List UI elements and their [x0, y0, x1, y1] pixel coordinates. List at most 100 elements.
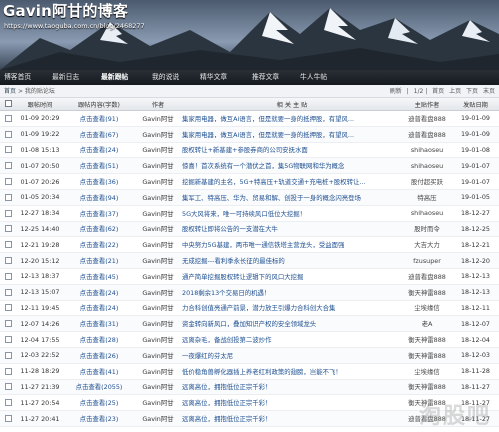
- blog-url[interactable]: https://www.taoguba.com.cn/blog/2468277: [4, 22, 145, 30]
- reply-author[interactable]: Gavin阿甘: [134, 205, 182, 222]
- reply-author[interactable]: Gavin阿甘: [134, 331, 182, 348]
- view-reply-link[interactable]: 点击查看(24): [64, 284, 134, 301]
- row-checkbox[interactable]: [0, 284, 16, 301]
- refresh-link[interactable]: 刷新: [390, 88, 402, 95]
- row-checkbox[interactable]: [0, 410, 16, 427]
- view-reply-link[interactable]: 点击查看(24): [64, 300, 134, 317]
- reply-author[interactable]: Gavin阿甘: [134, 252, 182, 269]
- thread-author[interactable]: 尘埃缘信: [402, 300, 452, 317]
- row-checkbox[interactable]: [0, 315, 16, 333]
- row-checkbox[interactable]: [0, 300, 16, 317]
- thread-title-link[interactable]: 挖掘新基建的主名，5G+特高压+轨道交通+充电桩+股权转让...: [182, 173, 402, 190]
- row-checkbox[interactable]: [0, 252, 16, 269]
- thread-author[interactable]: 股付超买跃: [402, 173, 452, 190]
- thread-title-link[interactable]: 资金转向新风口，叠加知识产权的安全领域龙头: [182, 315, 402, 333]
- row-checkbox[interactable]: [0, 221, 16, 238]
- reply-author[interactable]: Gavin阿甘: [134, 394, 182, 412]
- thread-title-link[interactable]: 惊喜！首次系统有一个潜伏之首，集5G物联网和华为概念: [182, 157, 402, 175]
- row-checkbox[interactable]: [0, 126, 16, 143]
- row-checkbox[interactable]: [0, 110, 16, 127]
- reply-author[interactable]: Gavin阿甘: [134, 126, 182, 143]
- view-reply-link[interactable]: 点击查看(45): [64, 268, 134, 285]
- view-reply-link[interactable]: 点击查看(25): [64, 394, 134, 412]
- last-page-link[interactable]: 末页: [483, 88, 495, 95]
- thread-title-link[interactable]: 远离高位，拥抱低位正宗千彩！: [182, 410, 402, 427]
- view-reply-link[interactable]: 点击查看(31): [64, 315, 134, 333]
- view-reply-link[interactable]: 点击查看(23): [64, 410, 134, 427]
- row-checkbox[interactable]: [0, 363, 16, 380]
- reply-author[interactable]: Gavin阿甘: [134, 363, 182, 380]
- view-reply-link[interactable]: 点击查看(2055): [64, 379, 134, 396]
- reply-author[interactable]: Gavin阿甘: [134, 189, 182, 206]
- thread-author[interactable]: 老A: [402, 315, 452, 333]
- thread-author[interactable]: 衡天神雷888: [402, 331, 452, 348]
- thread-author[interactable]: shihaoseu: [402, 157, 452, 175]
- prev-page-link[interactable]: 上页: [449, 88, 461, 95]
- reply-author[interactable]: Gavin阿甘: [134, 173, 182, 190]
- thread-title-link[interactable]: 集军工、特高压、华为、贸易和解、创投于一身的概念闪亮登场: [182, 189, 402, 206]
- row-checkbox[interactable]: [0, 142, 16, 159]
- reply-author[interactable]: Gavin阿甘: [134, 347, 182, 364]
- thread-title-link[interactable]: 集家用电器，做互Ai语言，但是就要一身的抵押股，有望风...: [182, 126, 402, 143]
- view-reply-link[interactable]: 点击查看(36): [64, 173, 134, 190]
- thread-title-link[interactable]: 低价稳角兽孵化器插上养老红利政策的翅膀，岂能不飞！: [182, 363, 402, 380]
- nav-item-latest-replies[interactable]: 最新跟帖: [101, 70, 128, 85]
- thread-author[interactable]: 迪普看盘888: [402, 126, 452, 143]
- nav-item-home[interactable]: 博客首页: [4, 70, 31, 85]
- row-checkbox[interactable]: [0, 379, 16, 396]
- view-reply-link[interactable]: 点击查看(94): [64, 189, 134, 206]
- thread-title-link[interactable]: 远离高位，拥抱低位正宗千彩！: [182, 394, 402, 412]
- reply-author[interactable]: Gavin阿甘: [134, 221, 182, 238]
- thread-author[interactable]: shihaoseu: [402, 142, 452, 159]
- row-checkbox[interactable]: [0, 236, 16, 254]
- view-reply-link[interactable]: 点击查看(41): [64, 363, 134, 380]
- nav-item-my-posts[interactable]: 我的说说: [152, 70, 179, 85]
- row-checkbox[interactable]: [0, 173, 16, 190]
- view-reply-link[interactable]: 点击查看(51): [64, 157, 134, 175]
- select-all-checkbox[interactable]: [0, 98, 16, 111]
- next-page-link[interactable]: 下页: [466, 88, 478, 95]
- view-reply-link[interactable]: 点击查看(91): [64, 110, 134, 127]
- row-checkbox[interactable]: [0, 347, 16, 364]
- nav-item-latest-logs[interactable]: 最新日志: [52, 70, 79, 85]
- thread-author[interactable]: shihaoseu: [402, 205, 452, 222]
- thread-title-link[interactable]: 力合科创值亮通产前景，潜力放王引爆力合科创大合集: [182, 300, 402, 317]
- row-checkbox[interactable]: [0, 394, 16, 412]
- thread-title-link[interactable]: 通产简单挖掘股权转让逻辑下的风口大挖掘: [182, 268, 402, 285]
- first-page-link[interactable]: 首页: [432, 88, 444, 95]
- reply-author[interactable]: Gavin阿甘: [134, 410, 182, 427]
- reply-author[interactable]: Gavin阿甘: [134, 142, 182, 159]
- thread-author[interactable]: 迪普看盘888: [402, 110, 452, 127]
- breadcrumb-home[interactable]: 首页: [4, 88, 16, 95]
- reply-author[interactable]: Gavin阿甘: [134, 284, 182, 301]
- thread-author[interactable]: 大吉大力: [402, 236, 452, 254]
- reply-author[interactable]: Gavin阿甘: [134, 110, 182, 127]
- view-reply-link[interactable]: 点击查看(67): [64, 126, 134, 143]
- reply-author[interactable]: Gavin阿甘: [134, 236, 182, 254]
- view-reply-link[interactable]: 点击查看(62): [64, 221, 134, 238]
- thread-title-link[interactable]: 远离杂毛，备战创投第二波炒作: [182, 331, 402, 348]
- thread-title-link[interactable]: 无成挖掘---看利季永长征的最佳标的: [182, 252, 402, 269]
- thread-title-link[interactable]: 一夜爆红的芬太尼: [182, 347, 402, 364]
- thread-title-link[interactable]: 2018剩余13个交易日的机遇！: [182, 284, 402, 301]
- view-reply-link[interactable]: 点击查看(26): [64, 347, 134, 364]
- thread-title-link[interactable]: 中央努力5G基建，两市唯一通信铁塔主营龙头，受益面强: [182, 236, 402, 254]
- row-checkbox[interactable]: [0, 268, 16, 285]
- row-checkbox[interactable]: [0, 205, 16, 222]
- reply-author[interactable]: Gavin阿甘: [134, 157, 182, 175]
- nav-item-recommended[interactable]: 推荐文章: [252, 70, 279, 85]
- thread-title-link[interactable]: 集家用电器，做互Ai语言，但是就要一身的抵押股，有望风...: [182, 110, 402, 127]
- thread-title-link[interactable]: 股权转让即将公告的一支潜在大牛: [182, 221, 402, 238]
- thread-author[interactable]: 衡天神雷888: [402, 347, 452, 364]
- view-reply-link[interactable]: 点击查看(37): [64, 205, 134, 222]
- thread-author[interactable]: 迪普看盘888: [402, 268, 452, 285]
- reply-author[interactable]: Gavin阿甘: [134, 300, 182, 317]
- thread-title-link[interactable]: 远离高位，拥抱低位正宗千彩！: [182, 379, 402, 396]
- view-reply-link[interactable]: 点击查看(22): [64, 236, 134, 254]
- view-reply-link[interactable]: 点击查看(24): [64, 142, 134, 159]
- nav-item-featured[interactable]: 精华文章: [200, 70, 227, 85]
- reply-author[interactable]: Gavin阿甘: [134, 315, 182, 333]
- thread-author[interactable]: 股时而令: [402, 221, 452, 238]
- thread-author[interactable]: fzusuper: [402, 252, 452, 269]
- row-checkbox[interactable]: [0, 157, 16, 175]
